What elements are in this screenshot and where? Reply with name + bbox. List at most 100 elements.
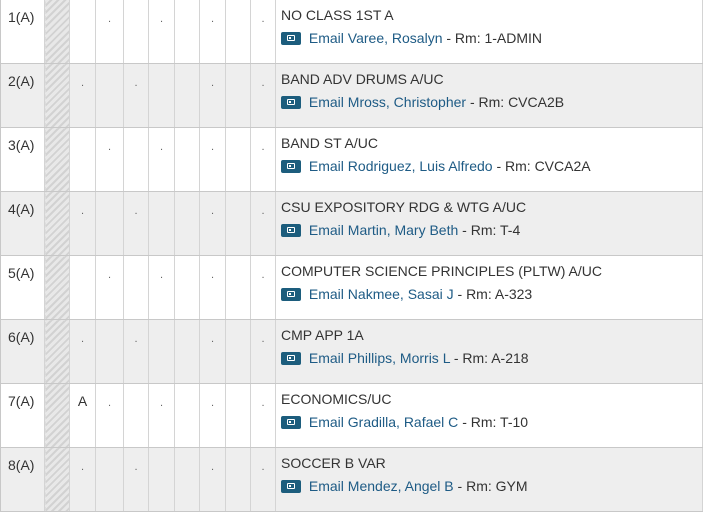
schedule-row: 5(A) . . . . COMPUTER SCIENCE PRINCIPLES… xyxy=(0,255,703,320)
attendance-cell[interactable] xyxy=(69,255,96,320)
attendance-cell[interactable] xyxy=(174,319,200,384)
attendance-mark: . xyxy=(261,141,265,153)
email-card-icon[interactable] xyxy=(281,96,301,109)
attendance-cell[interactable] xyxy=(174,127,200,192)
email-teacher-link[interactable]: Email Mendez, Angel B xyxy=(309,478,454,494)
email-teacher-link[interactable]: Email Varee, Rosalyn xyxy=(309,30,443,46)
attendance-cell[interactable] xyxy=(225,255,251,320)
course-cell: NO CLASS 1ST A Email Varee, Rosalyn - Rm… xyxy=(275,0,703,64)
attendance-cell[interactable]: . xyxy=(199,127,226,192)
attendance-cell[interactable] xyxy=(123,127,149,192)
attendance-cell[interactable]: . xyxy=(250,447,276,512)
attendance-mark: . xyxy=(134,461,138,473)
schedule-body: 1(A) . . . . NO CLASS 1ST A Email Varee,… xyxy=(0,0,703,512)
teacher-name: Varee, Rosalyn xyxy=(347,30,443,46)
attendance-cell[interactable]: . xyxy=(123,319,149,384)
attendance-cell[interactable]: . xyxy=(148,127,175,192)
attendance-cell[interactable]: . xyxy=(123,447,149,512)
room-number: T-4 xyxy=(500,222,521,238)
attendance-cell[interactable] xyxy=(148,63,175,128)
email-card-icon[interactable] xyxy=(281,160,301,173)
attendance-cell[interactable]: . xyxy=(95,255,124,320)
attendance-mark: . xyxy=(261,397,265,409)
course-name: BAND ST A/UC xyxy=(281,135,378,151)
attendance-cell[interactable]: . xyxy=(199,319,226,384)
attendance-cell[interactable] xyxy=(174,383,200,448)
email-teacher-link[interactable]: Email Gradilla, Rafael C xyxy=(309,414,458,430)
attendance-cell[interactable] xyxy=(123,255,149,320)
attendance-cell[interactable] xyxy=(123,0,149,64)
attendance-cell[interactable]: . xyxy=(250,191,276,256)
attendance-cell[interactable]: . xyxy=(199,63,226,128)
attendance-cell[interactable]: . xyxy=(123,191,149,256)
attendance-cell[interactable]: . xyxy=(199,0,226,64)
attendance-cell[interactable] xyxy=(174,63,200,128)
email-card-icon[interactable] xyxy=(281,224,301,237)
attendance-cell[interactable]: . xyxy=(148,0,175,64)
attendance-cell[interactable]: . xyxy=(148,255,175,320)
attendance-cell[interactable] xyxy=(148,447,175,512)
attendance-cell[interactable]: . xyxy=(148,383,175,448)
email-label: Email xyxy=(308,30,344,46)
attendance-cell[interactable]: . xyxy=(199,447,226,512)
attendance-mark: . xyxy=(80,77,85,89)
email-card-icon[interactable] xyxy=(281,480,301,493)
attendance-cell[interactable]: . xyxy=(69,447,96,512)
attendance-cell[interactable] xyxy=(95,319,124,384)
attendance-cell[interactable] xyxy=(95,63,124,128)
attendance-cell[interactable]: . xyxy=(199,255,226,320)
email-card-icon[interactable] xyxy=(281,32,301,45)
teacher-name: Martin, Mary Beth xyxy=(347,222,459,238)
attendance-cell[interactable] xyxy=(69,0,96,64)
attendance-cell[interactable] xyxy=(225,127,251,192)
attendance-cell[interactable]: . xyxy=(95,383,124,448)
attendance-cell[interactable]: . xyxy=(95,127,124,192)
attendance-cell[interactable]: . xyxy=(250,63,276,128)
email-teacher-link[interactable]: Email Mross, Christopher xyxy=(309,94,466,110)
attendance-cell[interactable]: . xyxy=(199,383,226,448)
email-label: Email xyxy=(308,222,344,238)
attendance-cell[interactable]: . xyxy=(69,63,96,128)
attendance-cell[interactable]: . xyxy=(199,191,226,256)
period-cell: 8(A) xyxy=(0,447,45,512)
period-cell: 7(A) xyxy=(0,383,45,448)
teacher-name: Nakmee, Sasai J xyxy=(347,286,454,302)
email-teacher-link[interactable]: Email Rodriguez, Luis Alfredo xyxy=(309,158,493,174)
attendance-cell[interactable]: . xyxy=(250,255,276,320)
email-card-icon[interactable] xyxy=(281,416,301,429)
attendance-cell[interactable] xyxy=(225,383,251,448)
attendance-cell[interactable]: . xyxy=(69,191,96,256)
room-separator: - Rm: xyxy=(462,222,497,238)
attendance-cell[interactable] xyxy=(148,319,175,384)
teacher-line: Email Mross, Christopher - Rm: CVCA2B xyxy=(281,94,702,110)
attendance-cell[interactable] xyxy=(95,447,124,512)
attendance-cell[interactable] xyxy=(225,319,251,384)
attendance-cell[interactable]: . xyxy=(95,0,124,64)
attendance-cell[interactable] xyxy=(225,447,251,512)
attendance-cell[interactable] xyxy=(225,0,251,64)
attendance-cell[interactable] xyxy=(225,191,251,256)
attendance-cell[interactable]: . xyxy=(250,383,276,448)
email-teacher-link[interactable]: Email Martin, Mary Beth xyxy=(309,222,458,238)
attendance-cell[interactable]: . xyxy=(250,319,276,384)
email-card-icon[interactable] xyxy=(281,352,301,365)
room-number: GYM xyxy=(495,478,528,494)
attendance-cell[interactable]: . xyxy=(250,0,276,64)
attendance-cell[interactable] xyxy=(174,447,200,512)
attendance-cell[interactable] xyxy=(148,191,175,256)
email-card-icon[interactable] xyxy=(281,288,301,301)
attendance-cell[interactable] xyxy=(123,383,149,448)
attendance-cell[interactable]: . xyxy=(69,319,96,384)
attendance-cell[interactable]: . xyxy=(250,127,276,192)
attendance-cell[interactable] xyxy=(69,127,96,192)
attendance-cell[interactable]: A xyxy=(69,383,96,448)
attendance-cell[interactable] xyxy=(174,255,200,320)
email-teacher-link[interactable]: Email Nakmee, Sasai J xyxy=(309,286,454,302)
attendance-cell[interactable] xyxy=(225,63,251,128)
attendance-cell[interactable]: . xyxy=(123,63,149,128)
attendance-cell[interactable] xyxy=(95,191,124,256)
attendance-cell[interactable] xyxy=(174,0,200,64)
email-teacher-link[interactable]: Email Phillips, Morris L xyxy=(309,350,450,366)
hatched-day-cell xyxy=(44,63,70,128)
attendance-cell[interactable] xyxy=(174,191,200,256)
